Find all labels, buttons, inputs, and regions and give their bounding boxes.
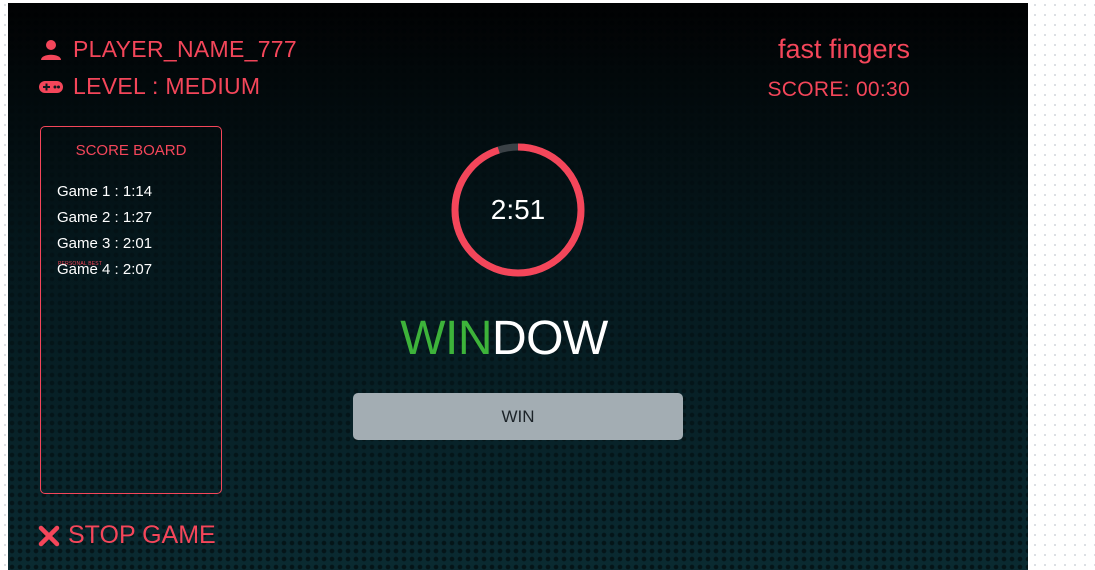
score-entry-label: Game 1 : 1:14	[57, 183, 153, 200]
page: PLAYER_NAME_777 LEVEL : MEDIUM fast fing…	[0, 0, 1095, 570]
score-entry-label: Game 3 : 2:01	[57, 235, 153, 252]
score-entry-label: Game 4 : 2:07	[57, 261, 153, 278]
remaining-letters: DOW	[492, 312, 608, 365]
countdown-timer: 2:51	[448, 140, 588, 280]
timer-value: 2:51	[490, 194, 546, 225]
score-entry: Game 4 : 2:07	[57, 261, 221, 287]
typed-letters: WIN	[400, 312, 492, 365]
level-info: LEVEL : MEDIUM	[38, 73, 260, 100]
score-display: SCORE: 00:30	[767, 78, 910, 101]
target-word: WINDOW	[348, 311, 660, 366]
player-name: PLAYER_NAME_777	[73, 36, 297, 62]
score-entry: Game 1 : 1:14	[57, 183, 221, 209]
score-entry: Game 3 : 2:01 PERSONAL BEST	[57, 235, 221, 267]
score-entry-label: Game 2 : 1:27	[57, 209, 153, 226]
score-list: Game 1 : 1:14 Game 2 : 1:27 Game 3 : 2:0…	[57, 183, 221, 287]
scoreboard-panel: SCORE BOARD Game 1 : 1:14 Game 2 : 1:27 …	[40, 126, 222, 494]
player-info: PLAYER_NAME_777	[38, 36, 297, 63]
game-screen: PLAYER_NAME_777 LEVEL : MEDIUM fast fing…	[8, 3, 1028, 570]
app-title: fast fingers	[777, 34, 910, 64]
gamepad-icon	[38, 75, 64, 99]
word-input[interactable]: WIN	[353, 393, 683, 440]
score-entry: Game 2 : 1:27	[57, 209, 221, 235]
word-input-value: WIN	[501, 406, 535, 426]
close-icon	[38, 525, 60, 547]
stop-game-button[interactable]: STOP GAME	[38, 521, 216, 550]
level-label: LEVEL : MEDIUM	[73, 73, 261, 99]
scoreboard-title: SCORE BOARD	[75, 142, 187, 159]
stop-game-label: STOP GAME	[68, 521, 216, 549]
user-icon	[38, 38, 64, 62]
